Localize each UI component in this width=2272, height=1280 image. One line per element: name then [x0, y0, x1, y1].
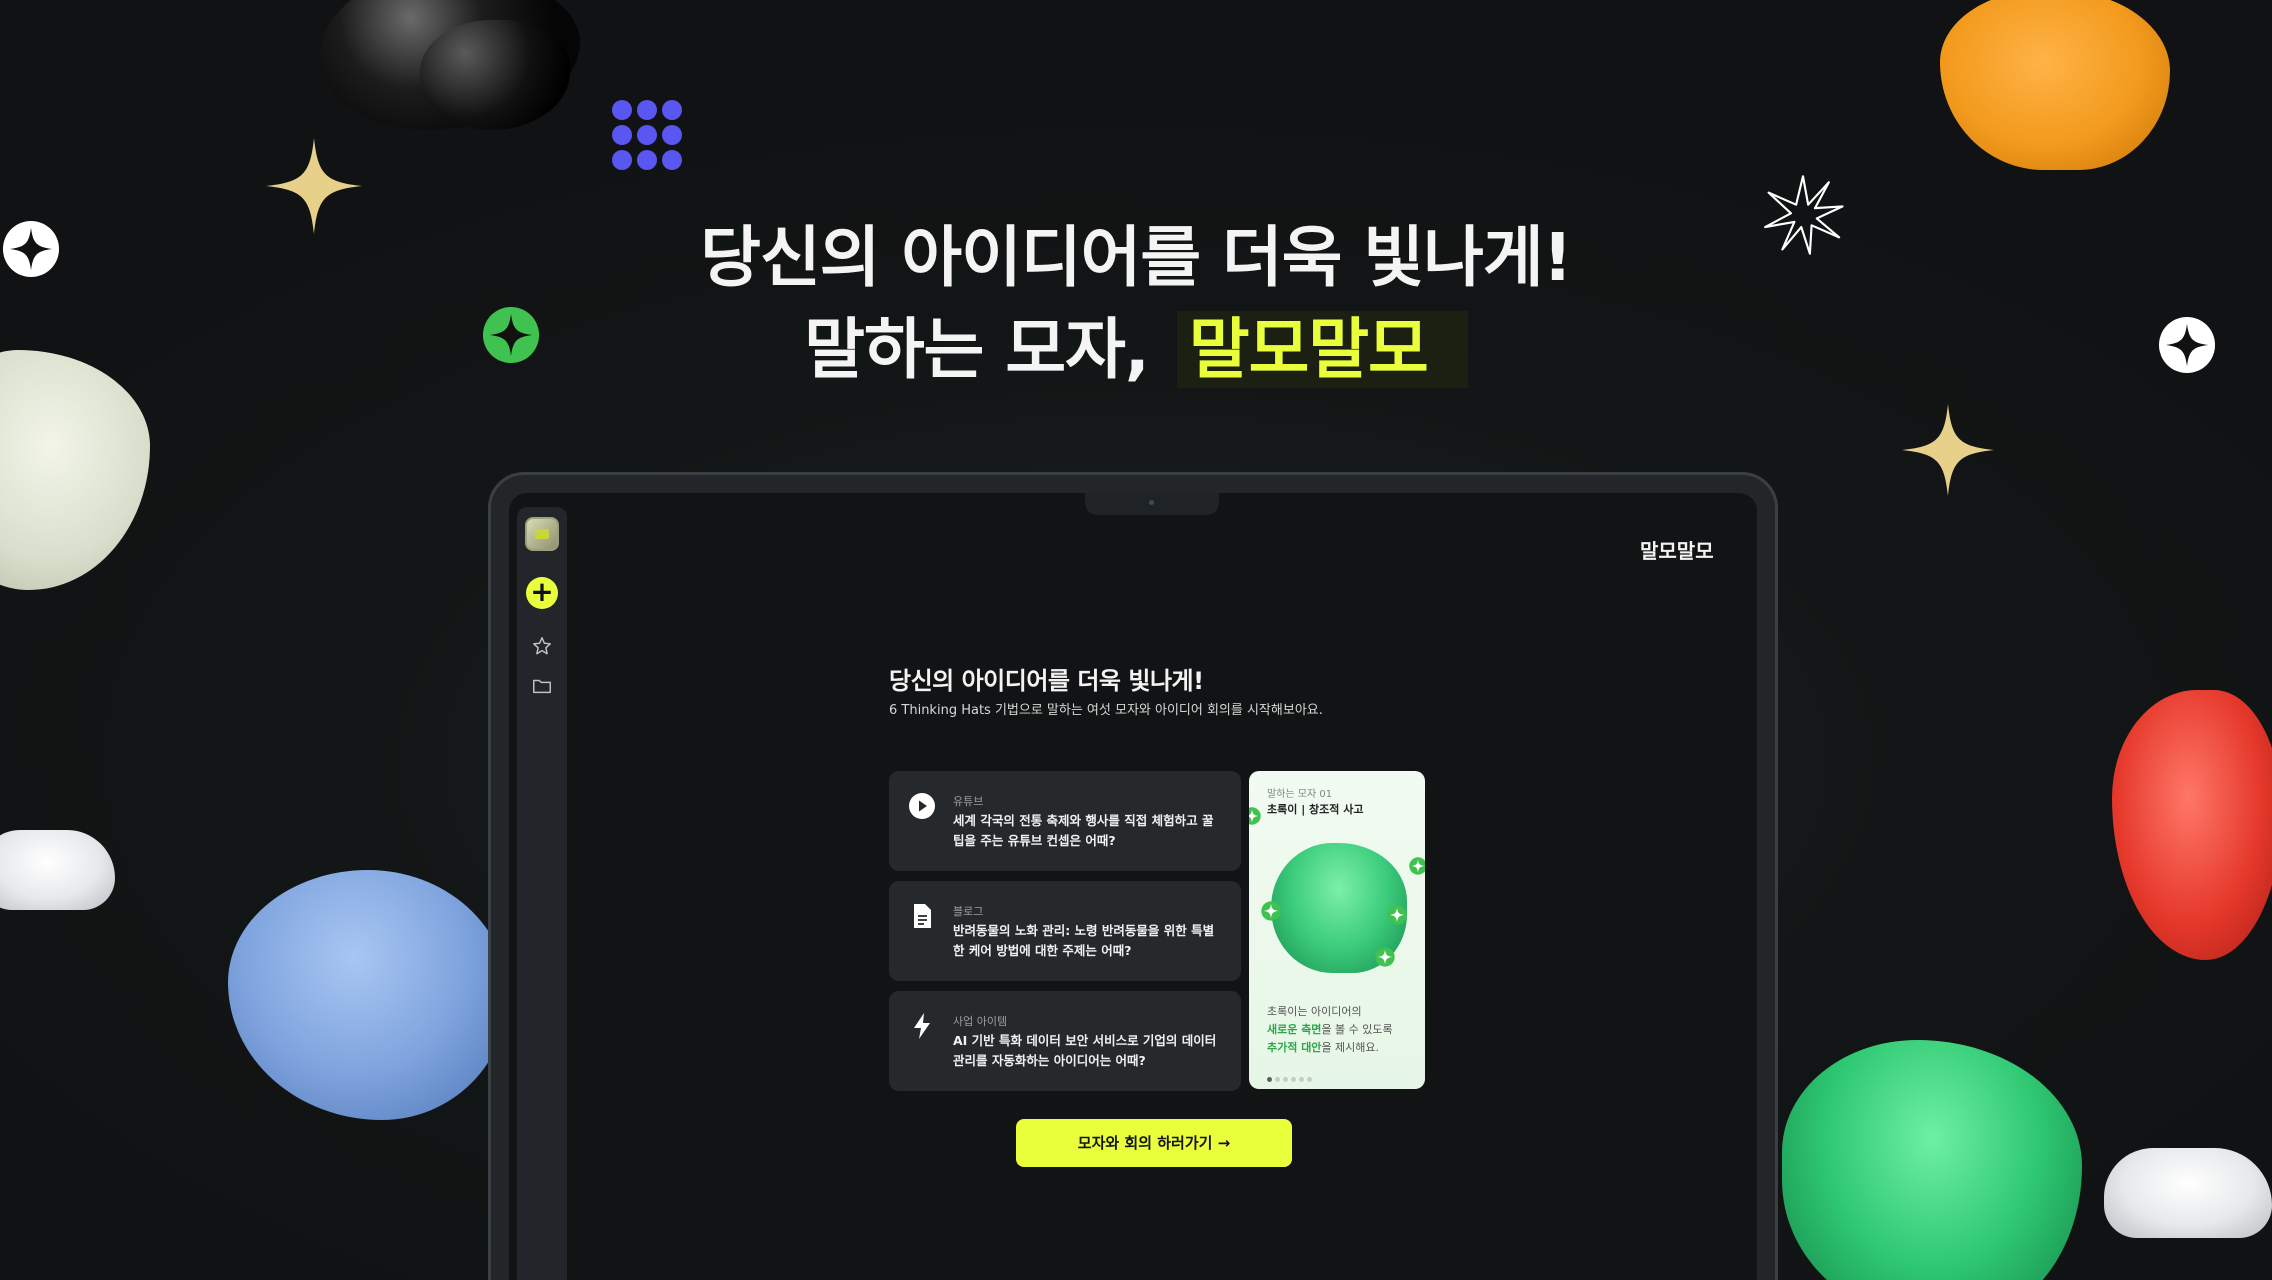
cloud-decoration [0, 830, 115, 910]
idea-card-text: 반려동물의 노화 관리: 노령 반려동물을 위한 특별한 케어 방법에 대한 주… [953, 923, 1215, 958]
hat-desc-intro: 초록이는 아이디어의 [1267, 1005, 1362, 1018]
brand-title: 말모말모 [1640, 539, 1714, 563]
content-title: 당신의 아이디어를 더욱 빛나게! [889, 667, 1204, 695]
idea-card-text: 세계 각국의 전통 축제와 행사를 직접 체험하고 꿀팁을 주는 유튜브 컨셉은… [953, 813, 1214, 848]
orange-bucket-hat-decoration [1940, 0, 2170, 170]
hat-card-pager[interactable] [1267, 1067, 1315, 1082]
green-sparkle-icon [1375, 947, 1395, 971]
hat-desc-highlight: 새로운 측면 [1267, 1023, 1322, 1036]
hero-brand-highlight: 말모말모 [1176, 311, 1468, 388]
sidebar: + [517, 507, 567, 1280]
hat-card-label: 말하는 모자 01 [1267, 789, 1333, 800]
play-icon [907, 791, 937, 821]
green-cap-hat-decoration [1782, 1040, 2082, 1280]
talking-hat-card[interactable]: 말하는 모자 01 초록이 | 창조적 사고 초록이는 아이디어의 새로운 측면… [1249, 771, 1425, 1089]
green-sparkle-icon [1261, 901, 1281, 925]
green-sparkle-icon [1249, 807, 1261, 829]
hero-headline: 당신의 아이디어를 더욱 빛나게! [0, 204, 2272, 300]
app-screen: + 말모말모 당신의 아이디어를 더욱 빛나게! 6 Thinking Hats… [509, 493, 1757, 1280]
hat-desc-highlight: 추가적 대안 [1267, 1041, 1322, 1054]
idea-card-category: 사업 아이템 [953, 1015, 1008, 1028]
new-meeting-button[interactable]: + [526, 577, 558, 609]
document-icon [907, 901, 937, 931]
pager-dot[interactable] [1275, 1077, 1280, 1082]
cloud-decoration [2104, 1148, 2272, 1238]
pager-dot[interactable] [1299, 1077, 1304, 1082]
pager-dot[interactable] [1307, 1077, 1312, 1082]
idea-card-category: 블로그 [953, 905, 984, 918]
hat-desc-mid: 을 볼 수 있도록 [1321, 1023, 1393, 1036]
app-logo-icon[interactable] [525, 517, 559, 551]
folder-icon[interactable] [531, 675, 553, 697]
hat-desc-end: 을 제시해요. [1321, 1041, 1380, 1054]
idea-card-blog[interactable]: 블로그 반려동물의 노화 관리: 노령 반려동물을 위한 특별한 케어 방법에 … [889, 881, 1241, 981]
lightning-icon [907, 1011, 937, 1041]
black-blob-decoration [420, 20, 570, 130]
landing-stage: 당신의 아이디어를 더욱 빛나게! 말하는 모자, 말모말모 + 말모말모 당신… [0, 0, 2272, 1280]
blue-fedora-hat-decoration [228, 870, 508, 1120]
hero-subheadline: 말하는 모자, 말모말모 [0, 296, 2272, 392]
idea-card-business[interactable]: 사업 아이템 AI 기반 특화 데이터 보안 서비스로 기업의 데이터 관리를 … [889, 991, 1241, 1091]
hero-line-1: 당신의 아이디어를 더욱 빛나게! [700, 219, 1572, 296]
idea-card-text: AI 기반 특화 데이터 보안 서비스로 기업의 데이터 관리를 자동화하는 아… [953, 1033, 1217, 1068]
content-subtitle: 6 Thinking Hats 기법으로 말하는 여섯 모자와 아이디어 회의를… [889, 703, 1323, 718]
green-sparkle-icon [1409, 857, 1425, 879]
idea-card-category: 유튜브 [953, 795, 984, 808]
camera-notch [1085, 493, 1219, 515]
purple-dots-decoration [612, 100, 682, 170]
gold-sparkle-icon [1902, 404, 1994, 496]
red-beanie-hat-decoration [2112, 690, 2272, 960]
green-sparkle-icon [1387, 905, 1407, 929]
hero-line-2-prefix: 말하는 모자, [804, 311, 1171, 388]
hat-card-description: 초록이는 아이디어의 새로운 측면을 볼 수 있도록 추가적 대안을 제시해요. [1267, 1003, 1417, 1057]
pager-dot[interactable] [1267, 1077, 1272, 1082]
pager-dot[interactable] [1291, 1077, 1296, 1082]
start-hat-meeting-button[interactable]: 모자와 회의 하러가기 → [1016, 1119, 1292, 1167]
pager-dot[interactable] [1283, 1077, 1288, 1082]
idea-card-youtube[interactable]: 유튜브 세계 각국의 전통 축제와 행사를 직접 체험하고 꿀팁을 주는 유튜브… [889, 771, 1241, 871]
star-outline-icon[interactable] [531, 635, 553, 657]
laptop-mockup: + 말모말모 당신의 아이디어를 더욱 빛나게! 6 Thinking Hats… [488, 472, 1778, 1280]
hat-card-title: 초록이 | 창조적 사고 [1267, 803, 1364, 816]
